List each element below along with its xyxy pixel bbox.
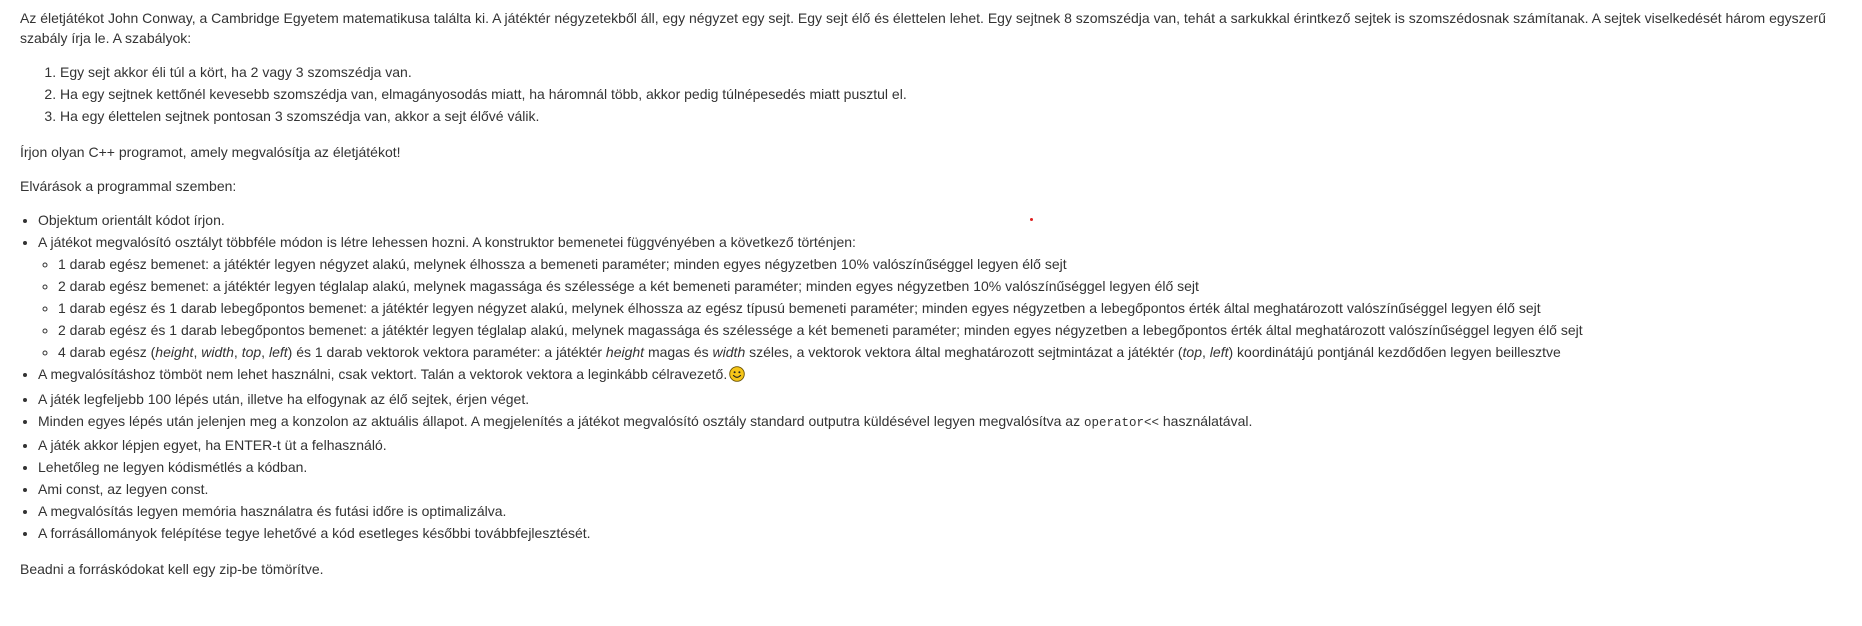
requirement-vector: A megvalósításhoz tömböt nem lehet haszn… bbox=[38, 364, 1862, 387]
constructor-case: 1 darab egész és 1 darab lebegőpontos be… bbox=[58, 298, 1862, 318]
requirement-no-repeat: Lehetőleg ne legyen kódismétlés a kódban… bbox=[38, 457, 1862, 477]
submission-note: Beadni a forráskódokat kell egy zip-be t… bbox=[20, 561, 324, 577]
red-dot-marker bbox=[1030, 218, 1033, 221]
requirements-list: Objektum orientált kódot írjon. A játéko… bbox=[20, 210, 1862, 543]
requirement-constructor: A játékot megvalósító osztályt többféle … bbox=[38, 232, 1862, 362]
constructor-case: 1 darab egész bemenet: a játéktér legyen… bbox=[58, 254, 1862, 274]
task-statement: Írjon olyan C++ programot, amely megvaló… bbox=[20, 144, 401, 160]
constructor-case-vector: 4 darab egész (height, width, top, left)… bbox=[58, 342, 1862, 362]
requirements-title: Elvárások a programmal szemben: bbox=[20, 178, 237, 194]
requirement-const: Ami const, az legyen const. bbox=[38, 479, 1862, 499]
rules-list: Egy sejt akkor éli túl a kört, ha 2 vagy… bbox=[20, 62, 1862, 126]
requirement-constructor-text: A játékot megvalósító osztályt többféle … bbox=[38, 234, 856, 250]
requirement-structure: A forrásállományok felépítése tegye lehe… bbox=[38, 523, 1862, 543]
intro-paragraph: Az életjátékot John Conway, a Cambridge … bbox=[20, 10, 1826, 46]
requirement-enter: A játék akkor lépjen egyet, ha ENTER-t ü… bbox=[38, 435, 1862, 455]
requirement-optimize: A megvalósítás legyen memória használatr… bbox=[38, 501, 1862, 521]
smiley-face-icon bbox=[729, 366, 745, 387]
constructor-case: 2 darab egész és 1 darab lebegőpontos be… bbox=[58, 320, 1862, 340]
constructor-case: 2 darab egész bemenet: a játéktér legyen… bbox=[58, 276, 1862, 296]
constructor-cases-list: 1 darab egész bemenet: a játéktér legyen… bbox=[38, 254, 1862, 362]
rule-item: Ha egy sejtnek kettőnél kevesebb szomszé… bbox=[60, 84, 1862, 104]
requirement-oop: Objektum orientált kódot írjon. bbox=[38, 210, 1862, 230]
rule-item: Egy sejt akkor éli túl a kört, ha 2 vagy… bbox=[60, 62, 1862, 82]
assignment-page: Az életjátékot John Conway, a Cambridge … bbox=[0, 0, 1862, 626]
requirement-display: Minden egyes lépés után jelenjen meg a k… bbox=[38, 411, 1862, 433]
rule-item: Ha egy élettelen sejtnek pontosan 3 szom… bbox=[60, 106, 1862, 126]
operator-code: operator<< bbox=[1083, 416, 1159, 430]
requirement-steps: A játék legfeljebb 100 lépés után, illet… bbox=[38, 389, 1862, 409]
